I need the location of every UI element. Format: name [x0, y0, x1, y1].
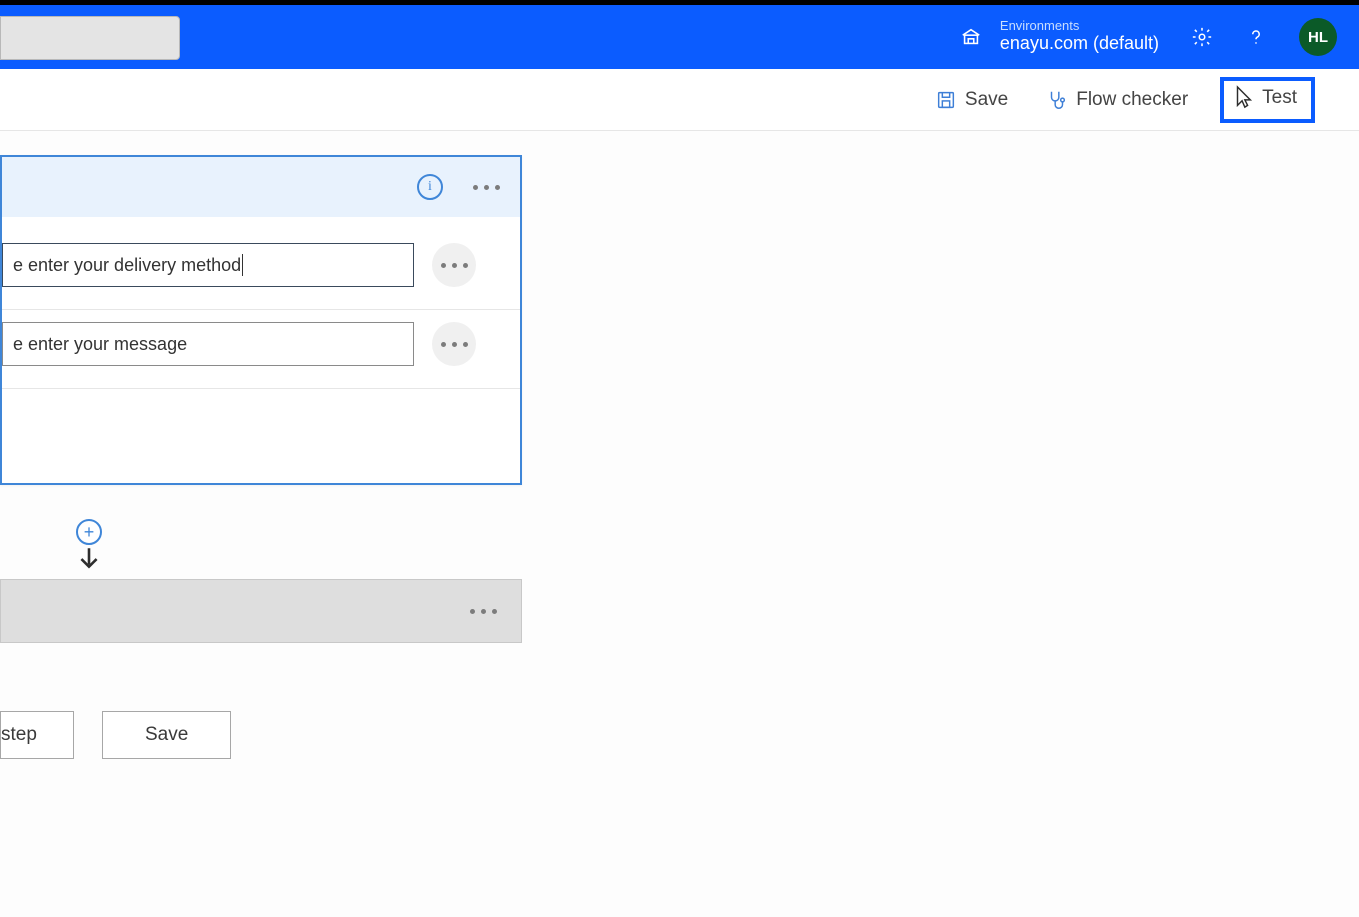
- environment-picker[interactable]: Environments enayu.com (default): [960, 19, 1159, 55]
- save-button[interactable]: Save: [925, 83, 1018, 117]
- trigger-card-body: e enter your delivery method e enter you…: [2, 217, 520, 483]
- save-label: Save: [965, 89, 1008, 111]
- search-input[interactable]: [0, 16, 180, 60]
- input-row-2: e enter your message: [2, 310, 520, 389]
- input-row-2-menu[interactable]: [432, 322, 476, 366]
- avatar-initials: HL: [1308, 29, 1328, 46]
- new-step-button[interactable]: step: [0, 711, 74, 759]
- message-input[interactable]: e enter your message: [2, 322, 414, 366]
- card-menu-icon[interactable]: [473, 185, 500, 190]
- help-icon[interactable]: [1245, 26, 1267, 48]
- delivery-method-value: e enter your delivery method: [13, 255, 241, 276]
- input-row-1-menu[interactable]: [432, 243, 476, 287]
- flow-checker-label: Flow checker: [1076, 89, 1188, 111]
- delivery-method-input[interactable]: e enter your delivery method: [2, 243, 414, 287]
- save-flow-button[interactable]: Save: [102, 711, 231, 759]
- trigger-card: i e enter your delivery method e enter y…: [0, 155, 522, 485]
- ellipsis-icon: [441, 263, 468, 268]
- action-card-collapsed[interactable]: [0, 579, 522, 643]
- ellipsis-icon: [441, 342, 468, 347]
- environments-label: Environments: [1000, 19, 1159, 32]
- card-spacer: [2, 389, 520, 469]
- flow-checker-button[interactable]: Flow checker: [1036, 83, 1198, 117]
- gear-icon[interactable]: [1191, 26, 1213, 48]
- cursor-icon: [1232, 85, 1254, 111]
- command-bar: Save Flow checker Test: [0, 69, 1359, 131]
- text-caret: [242, 254, 243, 276]
- bottom-button-row: step Save: [0, 711, 231, 759]
- test-button[interactable]: Test: [1220, 77, 1315, 123]
- header-right-group: Environments enayu.com (default) HL: [960, 5, 1337, 69]
- new-step-label: step: [1, 724, 37, 745]
- arrow-down-icon: [76, 545, 102, 576]
- save-icon: [935, 89, 957, 111]
- environment-icon: [960, 26, 982, 48]
- save-flow-label: Save: [145, 724, 188, 745]
- avatar[interactable]: HL: [1299, 18, 1337, 56]
- app-header: Environments enayu.com (default) HL: [0, 5, 1359, 69]
- flow-canvas[interactable]: i e enter your delivery method e enter y…: [0, 131, 1359, 917]
- action-card-menu-icon[interactable]: [470, 609, 497, 614]
- environment-value: enayu.com (default): [1000, 32, 1159, 55]
- trigger-card-header[interactable]: i: [2, 157, 520, 217]
- test-label: Test: [1262, 87, 1297, 109]
- stethoscope-icon: [1046, 89, 1068, 111]
- info-icon[interactable]: i: [417, 174, 443, 200]
- input-row-1: e enter your delivery method: [2, 231, 520, 310]
- add-step-icon[interactable]: +: [76, 519, 102, 545]
- message-value: e enter your message: [13, 334, 187, 355]
- step-connector: +: [76, 519, 102, 576]
